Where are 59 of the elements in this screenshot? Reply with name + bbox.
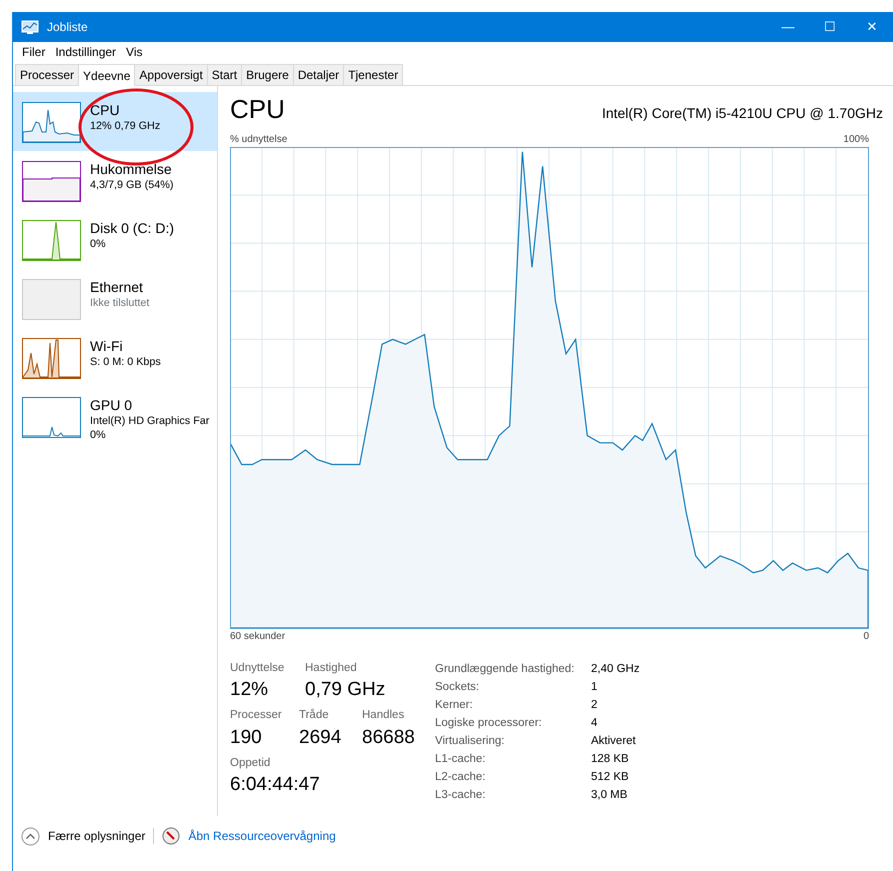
spec-value: Aktiveret	[591, 734, 636, 749]
stat-label: Hastighed	[305, 661, 358, 676]
tab[interactable]: Ydeevne	[78, 64, 136, 86]
stat-value: 86688	[362, 726, 416, 750]
sidebar-item[interactable]: Wi-Fi S: 0 M: 0 Kbps	[13, 328, 217, 387]
spec-value: 3,0 MB	[591, 788, 628, 803]
stat-label: Oppetid	[230, 756, 272, 770]
tab[interactable]: Detaljer	[292, 64, 344, 85]
sidebar-item[interactable]: Disk 0 (C: D:) 0%	[13, 210, 217, 269]
maximize-button[interactable]: ☐	[809, 17, 851, 37]
menu-item[interactable]: Vis	[121, 43, 148, 61]
resource-monitor-link[interactable]: Åbn Ressourceovervågning	[188, 827, 336, 845]
stat-value: 6:04:44:47	[230, 772, 321, 797]
panel-title: CPU	[230, 94, 285, 124]
sidebar-item[interactable]: GPU 0 Intel(R) HD Graphics Far 0%	[13, 387, 217, 446]
window-title: Jobliste	[47, 19, 88, 36]
stat-value: 2694	[299, 726, 342, 750]
spec-value: 2,40 GHz	[591, 662, 640, 677]
tab[interactable]: Processer	[15, 64, 80, 85]
spec-label: L2-cache:	[435, 770, 487, 785]
tab[interactable]: Start	[206, 64, 242, 85]
close-button[interactable]: ✕	[851, 17, 893, 37]
sidebar-item[interactable]: Hukommelse 4,3/7,9 GB (54%)	[13, 151, 217, 210]
stat-label: Processer	[230, 708, 283, 724]
spec-value: 2	[591, 698, 598, 713]
axis-tick: 60 sekunder	[230, 630, 286, 644]
axis-tick: 0	[863, 630, 869, 644]
spec-value: 1	[591, 680, 598, 695]
spec-value: 512 KB	[591, 770, 629, 785]
fewer-details-button[interactable]: Færre oplysninger	[48, 827, 146, 845]
tab[interactable]: Brugere	[241, 64, 294, 85]
menu-item[interactable]: Indstillinger	[50, 43, 122, 61]
stat-value: 0,79 GHz	[305, 678, 386, 702]
spec-value: 128 KB	[591, 752, 629, 767]
sidebar-item[interactable]: Ethernet Ikke tilsluttet	[13, 269, 217, 328]
spec-label: Sockets:	[435, 680, 480, 695]
stat-label: Handles	[362, 708, 406, 724]
stat-label: Tråde	[299, 708, 330, 724]
minimize-button[interactable]: —	[767, 17, 809, 37]
collapse-icon[interactable]	[21, 826, 40, 846]
sidebar-item[interactable]: CPU 12% 0,79 GHz	[13, 92, 217, 151]
spec-label: Logiske processorer:	[435, 716, 543, 731]
spec-value: 4	[591, 716, 598, 731]
stat-value: 190	[230, 726, 263, 750]
app-icon	[21, 20, 39, 34]
spec-label: Virtualisering:	[435, 734, 506, 749]
stat-label: Udnyttelse	[230, 661, 286, 676]
spec-label: Grundlæggende hastighed:	[435, 662, 576, 677]
axis-label: % udnyttelse	[230, 133, 288, 147]
spec-label: Kerner:	[435, 698, 474, 713]
spec-label: L3-cache:	[435, 788, 487, 803]
stat-value: 12%	[230, 678, 270, 702]
spec-label: L1-cache:	[435, 752, 487, 767]
menu-item[interactable]: Filer	[17, 43, 50, 61]
tab[interactable]: Appoversigt	[134, 64, 208, 85]
axis-tick: 100%	[843, 133, 869, 147]
cpu-model: Intel(R) Core(TM) i5-4210U CPU @ 1.70GHz	[602, 104, 884, 123]
tab[interactable]: Tjenester	[343, 64, 404, 85]
gauge-icon	[162, 827, 180, 845]
